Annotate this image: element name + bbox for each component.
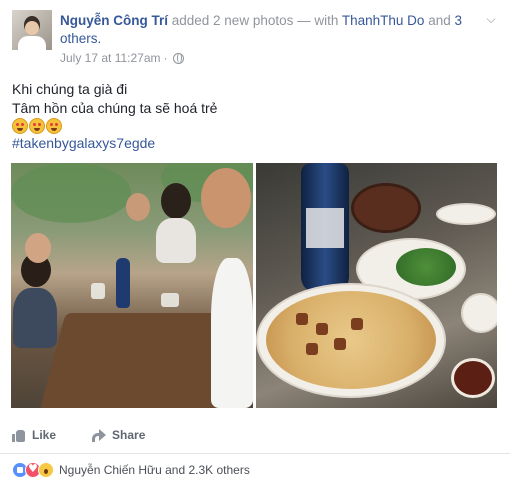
thumbs-up-icon: [12, 429, 26, 442]
post-timestamp[interactable]: July 17 at 11:27am: [60, 51, 161, 65]
chevron-down-icon[interactable]: ⌵: [484, 12, 498, 26]
post-headline: Nguyễn Công Trí added 2 new photos — wit…: [60, 12, 480, 48]
avatar-face: [25, 21, 39, 35]
photo-bottle: [116, 258, 130, 308]
share-label: Share: [112, 428, 146, 442]
photo-pizza: [266, 291, 436, 389]
share-button[interactable]: Share: [90, 428, 145, 442]
photo-person-clothes: [156, 218, 196, 263]
photo-grid: [11, 163, 497, 408]
food-table-photo[interactable]: [256, 163, 497, 408]
post-message: Khi chúng ta già đi Tâm hồn của chúng ta…: [12, 80, 217, 153]
post-meta: July 17 at 11:27am ·: [60, 51, 184, 65]
like-label: Like: [32, 428, 57, 442]
message-line-2: Tâm hồn của chúng ta sẽ hoá trẻ: [12, 100, 218, 116]
share-arrow-icon: [90, 429, 107, 442]
hashtag-link[interactable]: #takenbygalaxys7egde: [12, 134, 217, 153]
meta-separator: ·: [163, 51, 168, 65]
photo-cup: [91, 283, 105, 299]
photo-cup: [161, 293, 179, 307]
globe-icon[interactable]: [172, 52, 184, 64]
photo-food-piece: [351, 318, 363, 330]
group-selfie-photo[interactable]: [11, 163, 253, 408]
grinning-face-emoji-icon: [29, 118, 45, 134]
photo-sauce-bowl: [451, 358, 495, 398]
photo-greens: [396, 248, 456, 286]
reactions-summary[interactable]: Nguyễn Chiến Hữu and 2.3K others: [12, 461, 250, 479]
photo-person-clothes: [13, 288, 57, 348]
photo-food-piece: [334, 338, 346, 350]
facebook-post-card: Nguyễn Công Trí added 2 new photos — wit…: [0, 0, 510, 492]
photo-side-dish: [436, 203, 496, 225]
photo-foliage: [11, 163, 131, 223]
post-action-text: added 2 new photos — with: [168, 13, 342, 28]
photo-food-piece: [296, 313, 308, 325]
tagged-friend-link[interactable]: ThanhThu Do: [342, 13, 425, 28]
author-avatar[interactable]: [12, 10, 52, 50]
grinning-face-emoji-icon: [12, 118, 28, 134]
emoji-row: [12, 118, 217, 134]
photo-person: [126, 193, 150, 221]
photo-side-dish: [461, 293, 497, 333]
post-actions-bar: Like Share: [0, 420, 510, 450]
photo-person: [25, 233, 51, 263]
photo-person-clothes: [211, 258, 253, 408]
message-line-1: Khi chúng ta già đi: [12, 81, 128, 97]
like-button[interactable]: Like: [12, 428, 56, 442]
avatar-body: [18, 36, 46, 50]
photo-bottle-label: [306, 208, 344, 248]
photo-clay-pot: [351, 183, 421, 233]
photo-cognac-bottle: [301, 163, 349, 293]
photo-person: [201, 168, 251, 228]
and-text: and: [424, 13, 455, 28]
grinning-face-emoji-icon: [46, 118, 62, 134]
wow-reaction-icon: [38, 462, 54, 478]
photo-person: [161, 183, 191, 219]
reactions-text[interactable]: Nguyễn Chiến Hữu and 2.3K others: [59, 463, 250, 477]
author-name-link[interactable]: Nguyễn Công Trí: [60, 13, 168, 28]
divider: [0, 453, 510, 454]
photo-food-piece: [316, 323, 328, 335]
photo-food-piece: [306, 343, 318, 355]
